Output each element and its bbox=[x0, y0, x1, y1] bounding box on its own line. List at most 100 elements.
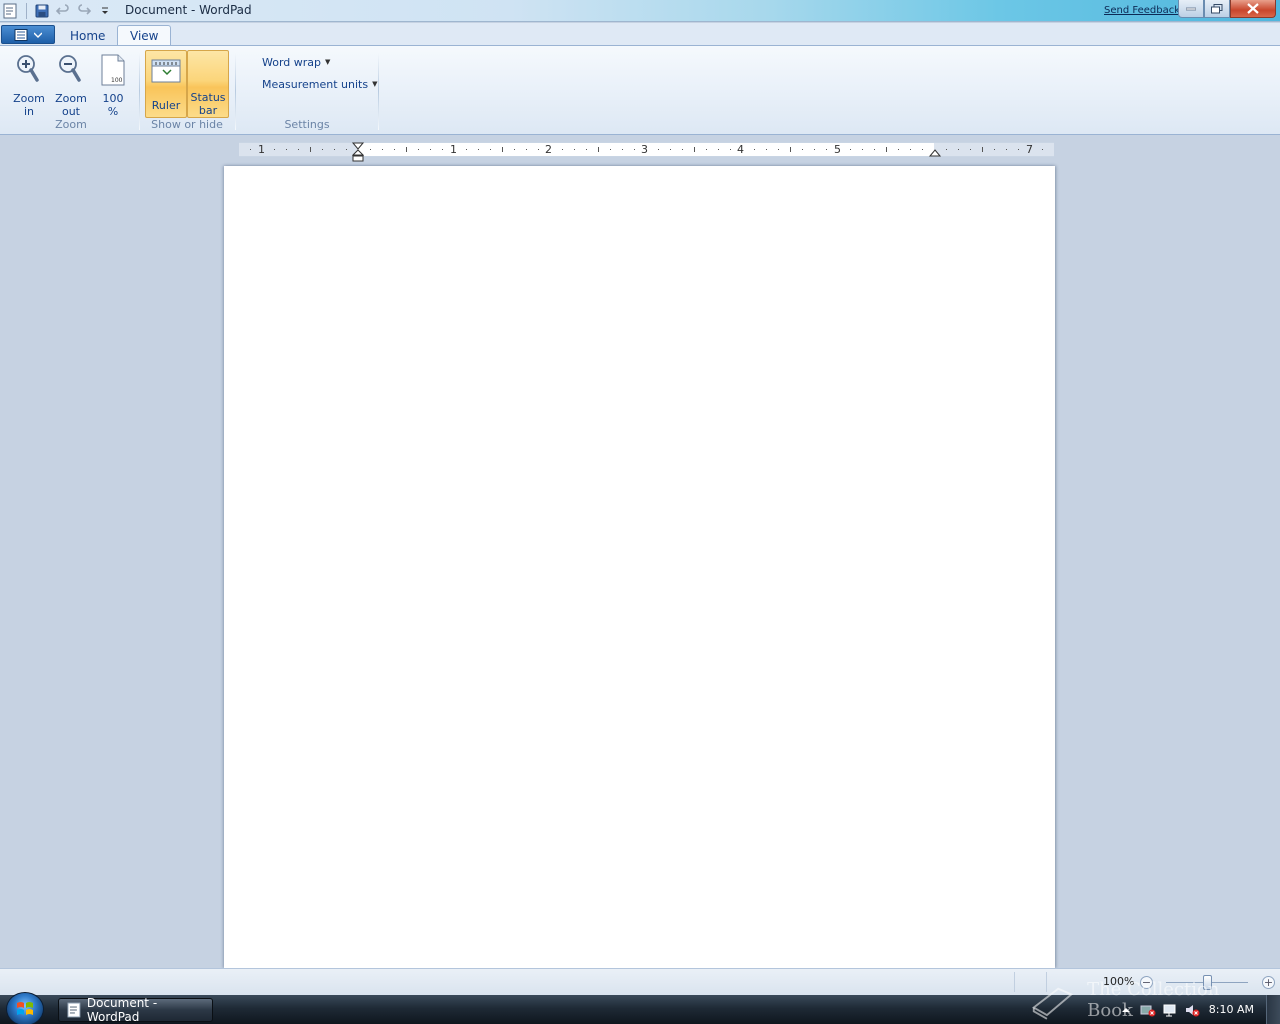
ruler-dot bbox=[562, 149, 563, 150]
zoom-group: Zoom in Zoom out 100 100% Zoom bbox=[4, 46, 138, 134]
close-button[interactable] bbox=[1230, 0, 1276, 18]
ruler-dot bbox=[298, 149, 299, 150]
ruler-label: 7 bbox=[1026, 143, 1033, 156]
ruler-dot bbox=[958, 149, 959, 150]
zoom-in-button[interactable]: Zoom in bbox=[8, 50, 50, 118]
taskbar-item-label: Document - WordPad bbox=[86, 996, 158, 1024]
settings-group-label: Settings bbox=[284, 118, 330, 131]
ruler-tick bbox=[790, 147, 791, 152]
ruler-dot bbox=[478, 149, 479, 150]
ruler-dot bbox=[670, 149, 671, 150]
dropdown-arrow-icon: ▼ bbox=[372, 80, 378, 88]
ruler-dot bbox=[286, 149, 287, 150]
book-icon bbox=[1032, 987, 1074, 1020]
ruler-dot bbox=[994, 149, 995, 150]
status-bar-icon bbox=[192, 53, 224, 86]
ruler-dot bbox=[574, 149, 575, 150]
close-icon bbox=[1247, 3, 1259, 14]
ruler-dot bbox=[814, 149, 815, 150]
zoom-out-label-2: out bbox=[61, 105, 80, 118]
ruler-label: 1 bbox=[450, 143, 457, 156]
restore-button[interactable] bbox=[1204, 0, 1230, 18]
ruler-dot bbox=[754, 149, 755, 150]
ruler-dot bbox=[322, 149, 323, 150]
ruler-tick bbox=[502, 147, 503, 152]
document-page[interactable] bbox=[224, 166, 1055, 968]
ruler-label: 1 bbox=[258, 143, 265, 156]
save-icon[interactable] bbox=[32, 1, 52, 21]
zoom-out-label-1: Zoom bbox=[55, 92, 87, 105]
redo-icon[interactable] bbox=[74, 1, 94, 21]
zoom-in-small-button[interactable]: + bbox=[1262, 976, 1275, 989]
window-title: Document - WordPad bbox=[125, 3, 252, 17]
horizontal-ruler[interactable]: 1 1 2 3 4 5 7 bbox=[239, 142, 1054, 162]
ruler-label: 5 bbox=[834, 143, 841, 156]
window-controls bbox=[1178, 0, 1276, 18]
ruler-dot bbox=[610, 149, 611, 150]
group-separator bbox=[378, 52, 379, 130]
right-indent-marker-icon[interactable] bbox=[929, 149, 941, 158]
ruler-dot bbox=[862, 149, 863, 150]
watermark-text: The Collection Book bbox=[1087, 979, 1220, 1021]
measurement-units-dropdown[interactable]: Measurement units ▼ bbox=[262, 75, 377, 93]
chevron-down-icon bbox=[34, 32, 42, 38]
minimize-button[interactable] bbox=[1178, 0, 1204, 18]
zoom-group-label: Zoom bbox=[55, 118, 87, 131]
start-button[interactable] bbox=[6, 992, 44, 1024]
ruler-dot bbox=[718, 149, 719, 150]
ruler-dot bbox=[538, 149, 539, 150]
ruler-dot bbox=[766, 149, 767, 150]
ruler-dot bbox=[634, 149, 635, 150]
zoom-in-label-1: Zoom bbox=[13, 92, 45, 105]
ruler-dot bbox=[622, 149, 623, 150]
zoom-out-icon bbox=[55, 52, 87, 87]
application-menu-button[interactable] bbox=[1, 25, 55, 44]
ruler-dot bbox=[922, 149, 923, 150]
page-100-text: 100 bbox=[111, 77, 123, 84]
customize-qat-icon[interactable] bbox=[95, 1, 115, 21]
ruler-tick bbox=[886, 147, 887, 152]
ruler-dot bbox=[874, 149, 875, 150]
ruler-dot bbox=[970, 149, 971, 150]
undo-icon[interactable] bbox=[53, 1, 73, 21]
tab-home[interactable]: Home bbox=[58, 25, 117, 46]
ruler-tick bbox=[982, 147, 983, 152]
word-wrap-dropdown[interactable]: Word wrap ▼ bbox=[262, 53, 330, 71]
zoom-out-button[interactable]: Zoom out bbox=[50, 50, 92, 118]
wordpad-icon bbox=[67, 1002, 81, 1018]
ruler-dot bbox=[682, 149, 683, 150]
ruler-dot bbox=[946, 149, 947, 150]
ruler-dot bbox=[730, 149, 731, 150]
taskbar-item-wordpad[interactable]: Document - WordPad bbox=[58, 996, 213, 1024]
ruler-dot bbox=[850, 149, 851, 150]
send-feedback-link[interactable]: Send Feedback bbox=[1104, 5, 1180, 16]
zoom-100-button[interactable]: 100 100% bbox=[92, 50, 134, 118]
indent-marker-icon[interactable] bbox=[352, 142, 364, 163]
qat-separator bbox=[26, 3, 27, 19]
ruler-dot bbox=[586, 149, 587, 150]
status-bar-label-2: bar bbox=[198, 104, 218, 117]
ruler-dot bbox=[910, 149, 911, 150]
quick-access-toolbar bbox=[0, 0, 116, 22]
ruler-dot bbox=[394, 149, 395, 150]
ruler-dot bbox=[430, 149, 431, 150]
ruler-label: Ruler bbox=[151, 99, 181, 112]
zoom-100-label-1: 100 bbox=[102, 92, 124, 105]
ruler-tick bbox=[694, 147, 695, 152]
ruler-dot bbox=[1018, 149, 1019, 150]
ruler-label: 3 bbox=[641, 143, 648, 156]
page-100-icon: 100 bbox=[97, 52, 129, 87]
app-icon[interactable] bbox=[0, 1, 20, 21]
tab-view[interactable]: View bbox=[117, 25, 172, 46]
ruler-dot bbox=[898, 149, 899, 150]
ruler-dot bbox=[346, 149, 347, 150]
ruler-dot bbox=[442, 149, 443, 150]
status-bar-toggle[interactable]: Status bar bbox=[187, 50, 229, 118]
show-desktop-button[interactable] bbox=[1266, 995, 1280, 1024]
ruler-toggle[interactable]: Ruler bbox=[145, 50, 187, 118]
ruler-dot bbox=[382, 149, 383, 150]
ruler-dot bbox=[1006, 149, 1007, 150]
ruler-label: 4 bbox=[737, 143, 744, 156]
ruler-dot bbox=[466, 149, 467, 150]
zoom-in-icon bbox=[13, 52, 45, 87]
